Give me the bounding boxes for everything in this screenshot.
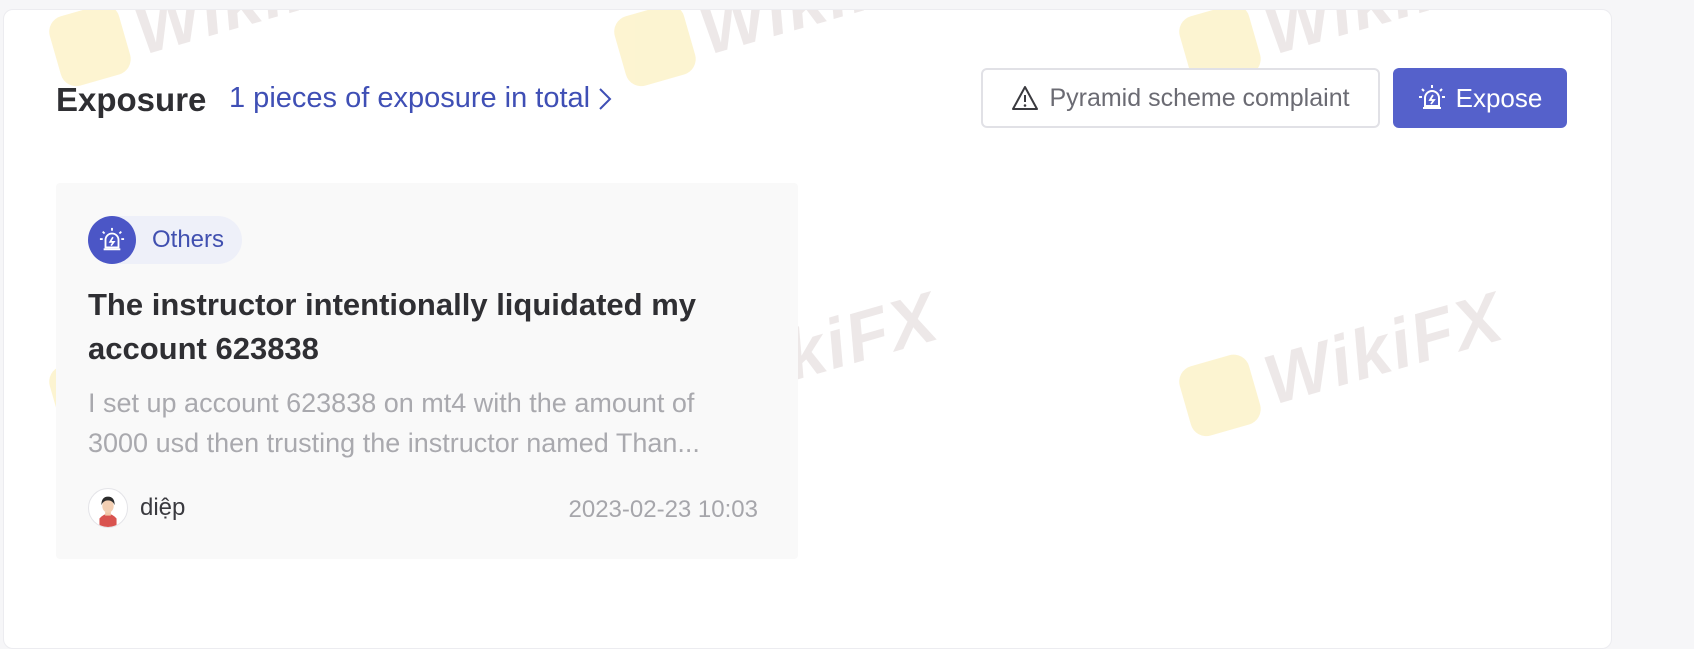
pyramid-complaint-button[interactable]: Pyramid scheme complaint xyxy=(981,68,1380,128)
category-tag-label: Others xyxy=(152,226,225,253)
exposure-total-label: 1 pieces of exposure in total xyxy=(229,82,591,114)
expose-button[interactable]: Expose xyxy=(1393,68,1567,128)
exposure-header: Exposure 1 pieces of exposure in total P… xyxy=(56,66,1567,130)
excerpt-line: I set up account 623838 on mt4 with the … xyxy=(88,388,695,418)
exposure-total-link[interactable]: 1 pieces of exposure in total xyxy=(229,82,612,115)
post-date: 2023-02-23 10:03 xyxy=(568,496,759,523)
page-background xyxy=(1613,0,1694,626)
category-tag: Others xyxy=(88,216,243,264)
watermark-text: WikiFX xyxy=(125,10,382,71)
exposure-excerpt: I set up account 623838 on mt4 with the … xyxy=(88,383,768,463)
watermark: WikiFX xyxy=(1174,276,1512,444)
excerpt-line: 3000 usd then trusting the instructor na… xyxy=(88,428,700,458)
alarm-light-icon xyxy=(1418,85,1445,109)
section-title: Exposure xyxy=(56,81,207,118)
chevron-right-icon xyxy=(599,87,612,110)
alarm-light-icon xyxy=(88,216,136,264)
exposure-title: The instructor intentionally liquidated … xyxy=(88,287,696,366)
watermark-text: WikiFX xyxy=(1255,10,1512,71)
expose-label: Expose xyxy=(1455,82,1543,113)
author-info: diệp xyxy=(88,488,185,528)
watermark-text: WikiFX xyxy=(1255,277,1513,420)
exposure-card[interactable]: Others The instructor intentionally liqu… xyxy=(56,183,798,559)
person-avatar-icon xyxy=(88,488,128,528)
watermark-text: WikiFX xyxy=(690,10,947,71)
warning-triangle-icon xyxy=(1012,86,1039,110)
wikifx-logo-icon xyxy=(1175,350,1265,440)
author-name: diệp xyxy=(140,494,186,521)
pyramid-complaint-label: Pyramid scheme complaint xyxy=(1049,83,1350,112)
exposure-panel: WikiFX WikiFX WikiFX WikiFX WikiFX WikiF… xyxy=(3,9,1612,649)
